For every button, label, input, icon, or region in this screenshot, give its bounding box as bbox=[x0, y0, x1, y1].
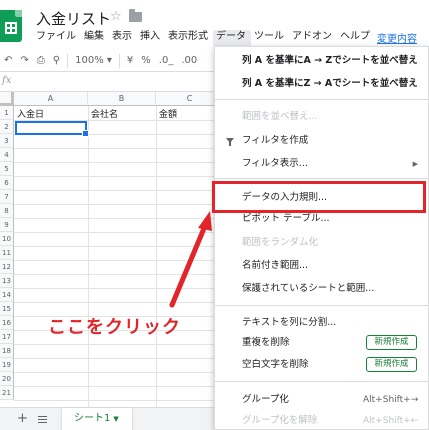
row-header[interactable]: 20 bbox=[0, 372, 14, 386]
sheet-tab-label: シート1 bbox=[74, 413, 111, 424]
row-header[interactable]: 1 bbox=[0, 106, 14, 120]
menu-data[interactable]: データ bbox=[213, 30, 251, 46]
column-header[interactable]: B bbox=[88, 92, 156, 106]
menu-item-randomize-range: 範囲をランダム化 bbox=[242, 237, 319, 248]
menu-item-remove-duplicates[interactable]: 重複を削除 新規作成 bbox=[215, 333, 429, 353]
document-title[interactable]: 入金リスト bbox=[36, 8, 111, 29]
menu-divider bbox=[215, 99, 429, 100]
row-header[interactable]: 16 bbox=[0, 316, 14, 330]
row-header[interactable]: 14 bbox=[0, 288, 14, 302]
toolbar-divider bbox=[118, 53, 120, 68]
paint-format-icon[interactable]: ⚲ bbox=[49, 55, 64, 66]
menu-item-trim-whitespace[interactable]: 空白文字を削除 新規作成 bbox=[215, 355, 429, 375]
row-header[interactable]: 9 bbox=[0, 218, 14, 232]
menu-item-filter-views[interactable]: フィルタ表示... ▶ bbox=[215, 154, 429, 174]
menu-view[interactable]: 表示 bbox=[109, 30, 137, 46]
menu-item-sort-range: 範囲を並べ替え... bbox=[242, 111, 318, 122]
row-header[interactable]: 13 bbox=[0, 274, 14, 288]
column-header[interactable]: A bbox=[14, 92, 88, 106]
shortcut-label: Alt+Shift+→ bbox=[363, 395, 419, 405]
menu-item-split-text[interactable]: テキストを列に分割... bbox=[215, 313, 429, 333]
highlight-box bbox=[212, 181, 426, 213]
decrease-decimal-button[interactable]: .0_ bbox=[155, 55, 178, 66]
gridline bbox=[156, 106, 157, 407]
menu-item-create-filter[interactable]: フィルタを作成 bbox=[215, 131, 429, 151]
menu-file[interactable]: ファイル bbox=[33, 30, 81, 46]
row-header[interactable]: 3 bbox=[0, 134, 14, 148]
menu-insert[interactable]: 挿入 bbox=[137, 30, 165, 46]
row-header[interactable]: 18 bbox=[0, 344, 14, 358]
shortcut-label: Alt+Shift+← bbox=[363, 416, 419, 426]
menu-item-sort-z-a[interactable]: 列 A を基準にZ → Aでシートを並べ替え bbox=[215, 74, 429, 94]
undo-icon[interactable]: ↶ bbox=[0, 55, 16, 66]
menu-format[interactable]: 表示形式 bbox=[165, 30, 213, 46]
menu-divider bbox=[215, 381, 429, 382]
sheet-tab-active[interactable]: シート1 ▼ bbox=[62, 408, 132, 430]
new-badge: 新規作成 bbox=[366, 357, 417, 372]
menu-tools[interactable]: ツール bbox=[251, 30, 289, 46]
redo-icon[interactable]: ↷ bbox=[16, 55, 32, 66]
sheets-logo-icon[interactable] bbox=[0, 10, 22, 42]
row-header[interactable]: 2 bbox=[0, 120, 14, 134]
zoom-select[interactable]: 100% ▾ bbox=[71, 55, 116, 66]
row-header[interactable]: 6 bbox=[0, 176, 14, 190]
row-header[interactable]: 12 bbox=[0, 260, 14, 274]
print-icon[interactable]: ⎙ bbox=[33, 55, 49, 66]
chevron-down-icon: ▼ bbox=[113, 415, 119, 423]
submenu-arrow-icon: ▶ bbox=[412, 160, 418, 168]
cell-row1[interactable]: 会社名 bbox=[91, 107, 118, 120]
menu-item-sort-a-z[interactable]: 列 A を基準にA → Zでシートを並べ替え bbox=[215, 51, 429, 71]
menu-bar: ファイル 編集 表示 挿入 表示形式 データ ツール アドオン ヘルプ bbox=[33, 30, 375, 46]
menu-addons[interactable]: アドオン bbox=[289, 30, 337, 46]
select-all-corner[interactable] bbox=[0, 92, 14, 106]
row-header[interactable]: 21 bbox=[0, 386, 14, 400]
row-header[interactable]: 15 bbox=[0, 302, 14, 316]
menu-divider bbox=[215, 178, 429, 179]
menu-divider bbox=[215, 305, 429, 306]
row-header[interactable]: 19 bbox=[0, 358, 14, 372]
callout-text: ここをクリック bbox=[48, 317, 181, 338]
menu-item-ungroup: グループ化を解除 Alt+Shift+← bbox=[215, 411, 429, 430]
row-header[interactable]: 11 bbox=[0, 246, 14, 260]
cell-row1[interactable]: 入金日 bbox=[17, 107, 44, 120]
menu-item-named-ranges[interactable]: 名前付き範囲... bbox=[215, 256, 429, 276]
star-icon[interactable]: ☆ bbox=[110, 9, 122, 24]
recent-changes-link[interactable]: 変更内容 bbox=[377, 30, 417, 45]
gridline bbox=[88, 106, 89, 407]
menu-item-group[interactable]: グループ化 Alt+Shift+→ bbox=[215, 390, 429, 410]
percent-format-button[interactable]: % bbox=[137, 55, 155, 66]
row-header[interactable]: 5 bbox=[0, 162, 14, 176]
row-header[interactable]: 7 bbox=[0, 190, 14, 204]
toolbar-divider bbox=[67, 53, 69, 68]
currency-format-button[interactable]: ¥ bbox=[123, 55, 137, 66]
menu-item-protected-sheets[interactable]: 保護されているシートと範囲... bbox=[215, 279, 429, 299]
increase-decimal-button[interactable]: .00 bbox=[177, 55, 201, 66]
selected-cell-a2[interactable] bbox=[15, 121, 89, 137]
menu-edit[interactable]: 編集 bbox=[81, 30, 109, 46]
filter-icon bbox=[226, 138, 234, 146]
add-sheet-icon[interactable]: + bbox=[17, 411, 28, 426]
new-badge: 新規作成 bbox=[366, 335, 417, 350]
row-header[interactable]: 4 bbox=[0, 148, 14, 162]
function-icon: fx bbox=[2, 75, 12, 86]
folder-icon[interactable] bbox=[129, 9, 142, 22]
menu-help[interactable]: ヘルプ bbox=[337, 30, 375, 46]
zoom-value: 100% bbox=[75, 55, 104, 66]
row-header[interactable]: 17 bbox=[0, 330, 14, 344]
row-header[interactable]: 8 bbox=[0, 204, 14, 218]
row-header[interactable]: 10 bbox=[0, 232, 14, 246]
all-sheets-icon[interactable] bbox=[38, 416, 47, 423]
data-menu-dropdown: 列 A を基準にA → Zでシートを並べ替え 列 A を基準にZ → Aでシート… bbox=[214, 46, 429, 430]
cell-row1[interactable]: 金額 bbox=[159, 107, 177, 120]
